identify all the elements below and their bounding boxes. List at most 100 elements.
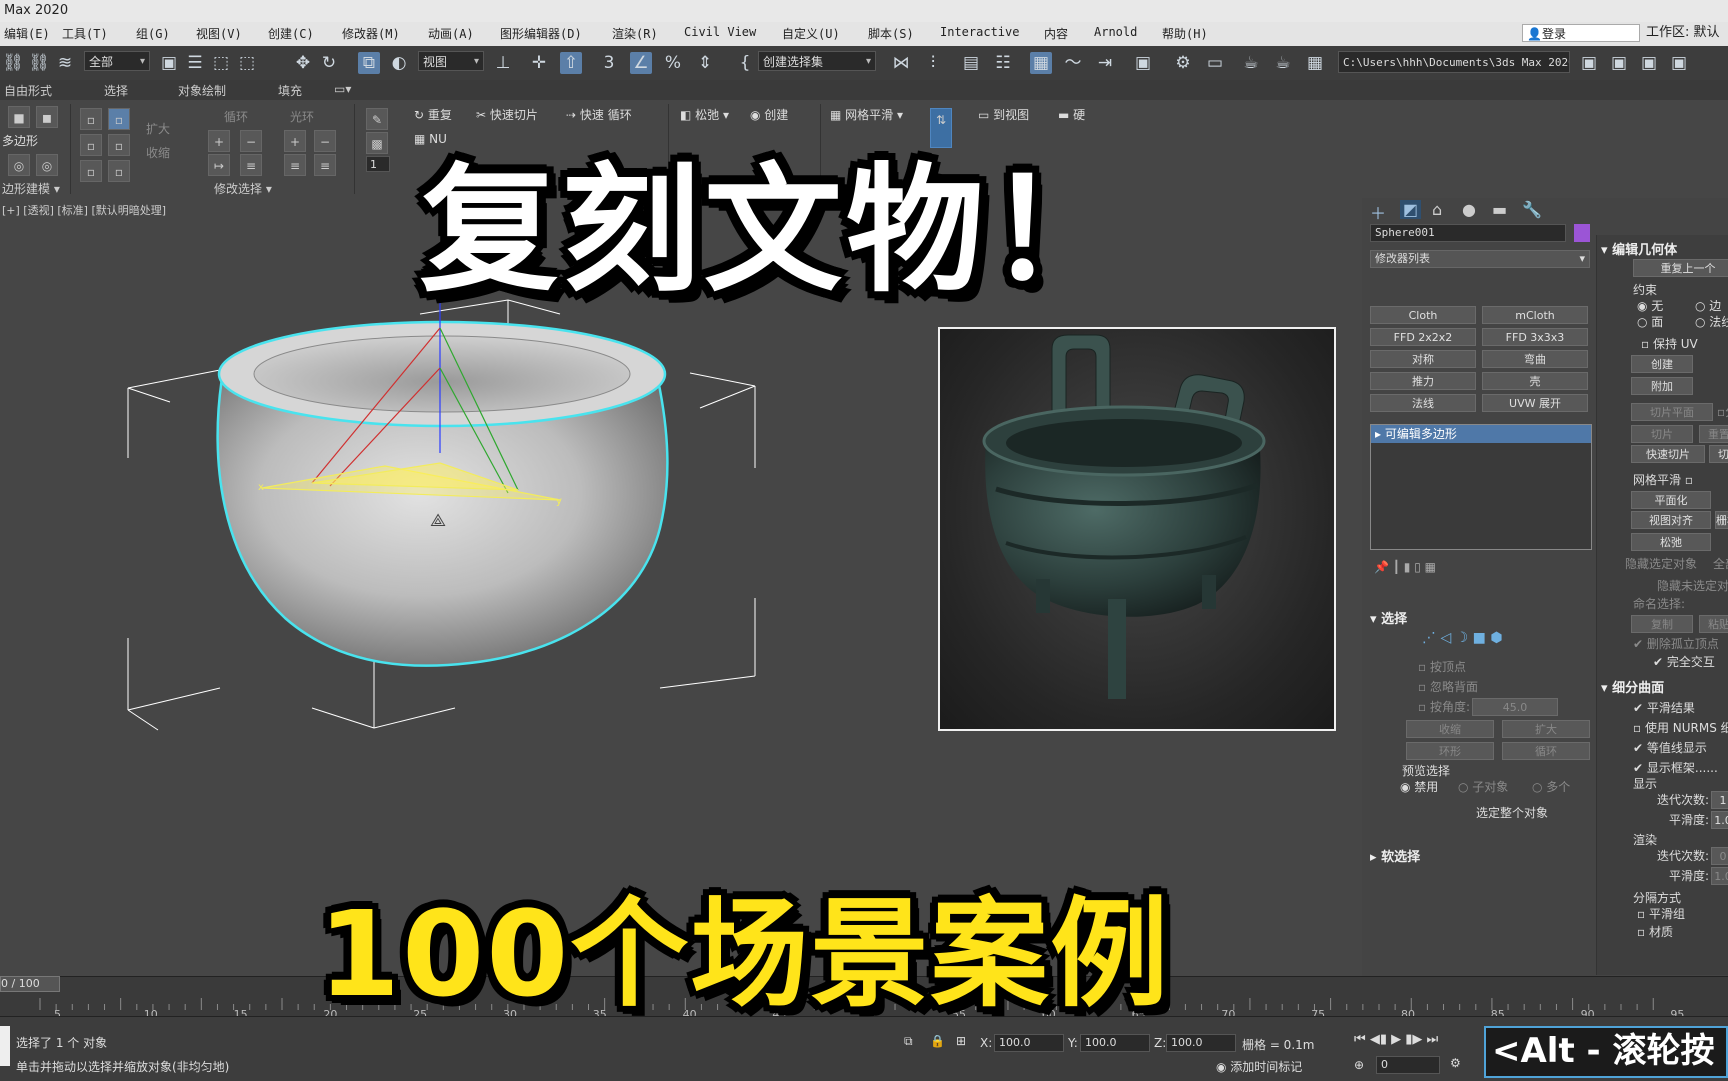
rotate-icon[interactable]: ↻ (318, 52, 340, 74)
grid-align-button[interactable]: 栅格对齐 (1715, 511, 1728, 529)
display-iterations-spinner[interactable]: 1 (1711, 791, 1728, 809)
ribbon-expand[interactable]: 扩大 (146, 120, 170, 137)
maxscript-listener[interactable] (0, 1026, 10, 1066)
mesh-smooth-button[interactable]: 网格平滑 ▫ (1633, 471, 1693, 488)
menu-rendering[interactable]: 渲染(R) (612, 25, 658, 42)
ribbon-loop[interactable]: 循环 (224, 108, 248, 125)
project-create-icon[interactable]: ▣ (1638, 52, 1660, 74)
slice-button[interactable]: 切片 (1631, 425, 1693, 443)
loop-shift-icon[interactable]: ↦ (208, 154, 230, 176)
reference-coord-dropdown[interactable]: 视图 (418, 51, 484, 72)
reset-plane-button[interactable]: 重置 (1699, 425, 1728, 443)
cut-button[interactable]: 切割 (1709, 445, 1728, 463)
display-smoothness-spinner[interactable]: 1.0 (1711, 811, 1728, 829)
workspace-label[interactable]: 工作区: 默认 (1646, 24, 1720, 42)
time-config-icon[interactable]: ⚙ (1450, 1056, 1461, 1070)
key-mode-icon[interactable]: ⊕ (1354, 1058, 1364, 1072)
x-coordinate-field[interactable]: 100.0 (994, 1034, 1064, 1052)
ring-shrink-icon[interactable]: − (314, 130, 336, 152)
menu-arnold[interactable]: Arnold (1094, 25, 1137, 39)
smoothing-groups-checkbox[interactable]: ▫ 平滑组 (1637, 905, 1685, 922)
menu-create[interactable]: 创建(C) (268, 25, 314, 42)
tab-freeform[interactable]: 自由形式 (4, 82, 52, 99)
project-path-field[interactable]: C:\Users\hhh\Documents\3ds Max 2020 (1338, 51, 1570, 73)
modifier-cloth-button[interactable]: Cloth (1370, 306, 1476, 324)
preview-multi-radio[interactable]: ○ 多个 (1532, 778, 1570, 795)
selection-rollout[interactable]: ▾ 选择 (1370, 608, 1407, 627)
hide-unselected-button[interactable]: 隐藏未选定对象 (1657, 577, 1728, 594)
ring-grow-icon[interactable]: + (284, 130, 306, 152)
modifier-normal-button[interactable]: 法线 (1370, 394, 1476, 412)
tab-object-paint[interactable]: 对象绘制 (178, 82, 226, 99)
menu-animation[interactable]: 动画(A) (428, 25, 474, 42)
ribbon-shrink[interactable]: 收缩 (146, 144, 170, 161)
paint-icon[interactable]: ▩ (366, 132, 388, 154)
loop-shift2-icon[interactable]: ≡ (240, 154, 262, 176)
shrink-button[interactable]: 收缩 (1406, 720, 1494, 738)
layer-explorer-icon[interactable]: ☷ (992, 52, 1014, 74)
time-slider[interactable]: 0 / 100 (0, 976, 60, 992)
sel-icon-1[interactable]: ▫ (80, 108, 102, 130)
isoline-display-checkbox[interactable]: ✔ 等值线显示 (1633, 739, 1707, 756)
edit-geometry-title[interactable]: ▾ 编辑几何体 (1601, 239, 1677, 258)
ribbon-options-icon[interactable]: ▭▾ (334, 82, 351, 96)
soft-selection-rollout[interactable]: ▸ 软选择 (1370, 846, 1420, 865)
absolute-mode-icon[interactable]: ⊞ (956, 1034, 966, 1048)
scale-icon[interactable]: ⧉ (358, 52, 380, 74)
project-open-icon[interactable]: ▣ (1608, 52, 1630, 74)
sel-icon-6[interactable]: ▫ (108, 160, 130, 182)
ribbon-toggle-icon[interactable]: ▦ (1030, 52, 1052, 74)
modifier-bend-button[interactable]: 弯曲 (1482, 350, 1588, 368)
loop-grow-icon[interactable]: + (208, 130, 230, 152)
stack-item-editable-poly[interactable]: ▸ 可编辑多边形 (1371, 425, 1591, 443)
split-checkbox[interactable]: ▫分割 (1717, 403, 1728, 420)
menu-tools[interactable]: 工具(T) (62, 25, 108, 42)
sel-icon-3[interactable]: ▫ (80, 160, 102, 182)
keyboard-shortcut-icon[interactable]: ⇧ (560, 52, 582, 74)
object-color-swatch[interactable] (1574, 224, 1590, 242)
menu-modifiers[interactable]: 修改器(M) (342, 25, 400, 42)
isolate-icon[interactable]: ⧉ (904, 1034, 913, 1049)
loop-button[interactable]: 循环 (1502, 742, 1590, 760)
ring-button[interactable]: 环形 (1406, 742, 1494, 760)
snaps-toggle-icon[interactable]: 3 (598, 52, 620, 74)
stack-tool-icons[interactable]: 📌 ┃ ▮ ▯ ▦ (1374, 560, 1436, 574)
flatten-button[interactable]: 平面化 (1631, 491, 1711, 509)
poly-cube-icon[interactable]: ◼ (36, 106, 58, 128)
y-coordinate-field[interactable]: 100.0 (1080, 1034, 1150, 1052)
menu-customize[interactable]: 自定义(U) (782, 25, 840, 42)
percent-snap-icon[interactable]: % (662, 52, 684, 74)
modifier-push-button[interactable]: 推力 (1370, 372, 1476, 390)
constraint-normal-radio[interactable]: ○ 法线 (1695, 313, 1728, 330)
modifier-ffd3-button[interactable]: FFD 3x3x3 (1482, 328, 1588, 346)
sel-icon-2[interactable]: ▫ (80, 134, 102, 156)
menu-help[interactable]: 帮助(H) (1162, 25, 1208, 42)
scene-explorer-icon[interactable]: ▤ (960, 52, 982, 74)
by-angle-checkbox[interactable]: ▫ 按角度: (1418, 698, 1470, 715)
constraint-none-radio[interactable]: ◉ 无 (1637, 297, 1663, 314)
edit-named-selection-icon[interactable]: { (734, 52, 756, 74)
select-by-name-icon[interactable]: ☰ (184, 52, 206, 74)
preview-subobject-radio[interactable]: ○ 子对象 (1458, 778, 1508, 795)
attach-button[interactable]: 附加 (1631, 377, 1693, 395)
slice-plane-button[interactable]: 切片平面 (1631, 403, 1713, 421)
tab-populate[interactable]: 填充 (278, 82, 302, 99)
window-crossing-icon[interactable]: ⬚ (236, 52, 258, 74)
material-editor-icon[interactable]: ▣ (1132, 52, 1154, 74)
use-nurms-checkbox[interactable]: ▫ 使用 NURMS 细分 (1633, 719, 1728, 736)
selection-filter-dropdown[interactable]: 全部 (84, 51, 150, 72)
poly-mode2-icon[interactable]: ◎ (36, 154, 58, 176)
create-tab-icon[interactable]: ＋ (1370, 200, 1386, 224)
select-object-icon[interactable]: ▣ (158, 52, 180, 74)
constraint-edge-radio[interactable]: ○ 边 (1695, 297, 1721, 314)
login-dropdown[interactable]: 👤登录 (1522, 24, 1640, 42)
unlink-icon[interactable]: ⛓ (28, 52, 50, 74)
subobject-level-icons[interactable]: ⋰ ◁ ☽ ■ ⬢ (1422, 630, 1503, 646)
quick-slice-button[interactable]: 快速切片 (1631, 445, 1705, 463)
hide-selected-button[interactable]: 隐藏选定对象 (1625, 555, 1697, 572)
render-smoothness-spinner[interactable]: 1.0 (1711, 867, 1728, 885)
render-setup-icon[interactable]: ⚙ (1172, 52, 1194, 74)
loop-shrink-icon[interactable]: − (240, 130, 262, 152)
curve-editor-icon[interactable]: 〜 (1062, 52, 1084, 74)
menu-graph-editors[interactable]: 图形编辑器(D) (500, 25, 582, 42)
